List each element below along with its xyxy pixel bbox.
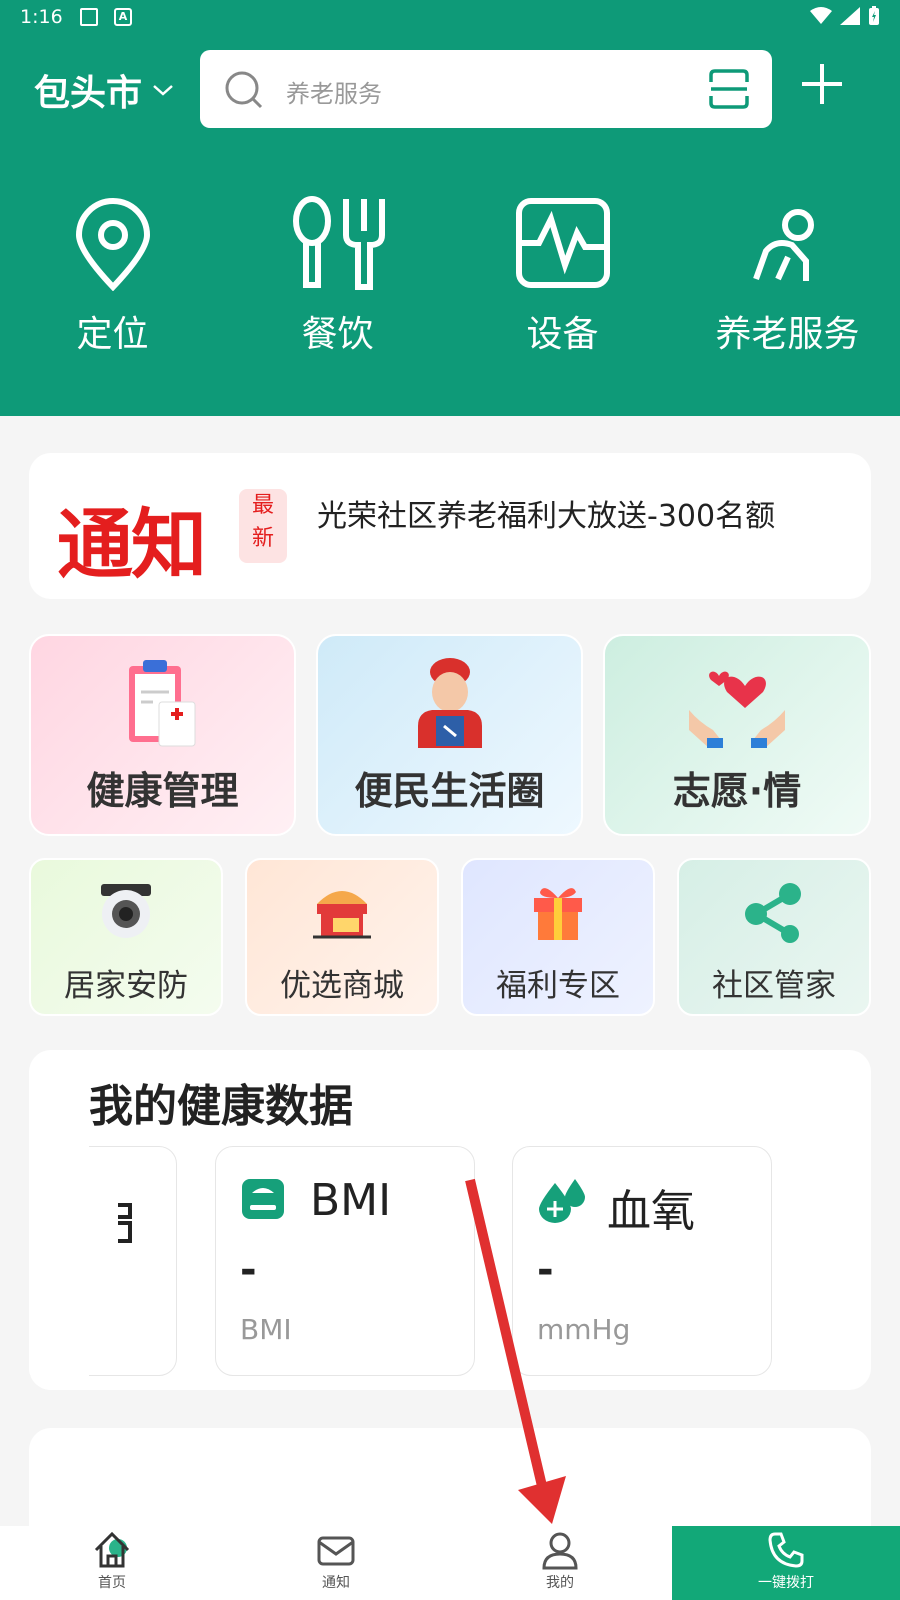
user-icon xyxy=(542,1532,578,1570)
tile-label: 健康管理 xyxy=(86,769,239,813)
chevron-down-icon xyxy=(153,85,173,96)
tile-health-management[interactable]: 健康管理 xyxy=(29,634,296,836)
home-icon xyxy=(94,1531,130,1568)
tile-label: 志愿·情 xyxy=(672,769,802,813)
camera-icon xyxy=(101,884,151,938)
badge-line-1: 最 xyxy=(251,493,274,518)
nav-home[interactable]: 首页 xyxy=(0,1526,224,1600)
health-data-card: 我的健康数据 BMI - BMI 血氧 - mmHg xyxy=(29,1050,871,1390)
tile-label: 社区管家 xyxy=(712,968,836,1004)
health-metric-unit: mmHg xyxy=(537,1313,631,1346)
nav-label: 通知 xyxy=(322,1575,350,1591)
tile-label: 优选商城 xyxy=(280,968,404,1004)
tile-mall[interactable]: 优选商城 xyxy=(245,858,439,1016)
tile-community-steward[interactable]: 社区管家 xyxy=(677,858,871,1016)
elder-person-icon xyxy=(752,209,814,281)
health-card-blood-oxygen[interactable]: 血氧 - mmHg xyxy=(512,1146,772,1376)
quick-item-elderly-care[interactable]: 养老服务 xyxy=(675,195,900,357)
store-icon xyxy=(313,891,371,939)
signal-icon xyxy=(840,7,860,25)
add-icon[interactable] xyxy=(800,62,844,106)
health-metric-value: - xyxy=(537,1247,554,1293)
quick-actions: 定位 餐饮 设备 养老服务 xyxy=(0,195,900,357)
gift-icon xyxy=(534,888,582,940)
city-selector[interactable]: 包头市 xyxy=(34,64,174,116)
app-notification-icon: A xyxy=(114,8,132,26)
header-banner: 1:16 A 包头市 养老服务 定位 餐饮 设备 养老服务 xyxy=(0,0,900,416)
hands-hearts-icon xyxy=(689,671,785,748)
health-title: 我的健康数据 xyxy=(89,1081,353,1132)
search-bar[interactable]: 养老服务 xyxy=(200,50,772,128)
notice-title: 通知 xyxy=(57,500,207,589)
health-metric-unit: BMI xyxy=(240,1313,292,1346)
partial-icon xyxy=(118,1203,132,1243)
health-card-bmi[interactable]: BMI - BMI xyxy=(215,1146,475,1376)
share-icon xyxy=(745,883,801,943)
wifi-icon xyxy=(810,7,832,24)
health-metric-name: BMI xyxy=(310,1175,392,1226)
health-metric-name: 血氧 xyxy=(607,1186,695,1237)
badge-line-2: 新 xyxy=(251,526,274,551)
nav-label: 首页 xyxy=(98,1575,126,1591)
tile-convenience-life[interactable]: 便民生活圈 xyxy=(316,634,583,836)
status-time: 1:16 xyxy=(20,6,63,28)
location-pin-icon xyxy=(75,198,150,291)
health-metric-value: - xyxy=(240,1247,257,1293)
mail-icon xyxy=(317,1536,355,1566)
quick-item-label: 养老服务 xyxy=(715,314,860,355)
gallery-notification-icon xyxy=(80,8,98,26)
search-icon xyxy=(225,71,263,109)
tile-home-security[interactable]: 居家安防 xyxy=(29,858,223,1016)
tile-label: 居家安防 xyxy=(64,968,188,1004)
scale-icon xyxy=(242,1179,284,1219)
clipboard-medical-icon xyxy=(128,660,195,747)
scan-icon[interactable] xyxy=(708,68,750,110)
city-name: 包头市 xyxy=(34,73,143,114)
worker-icon xyxy=(417,658,482,748)
nav-notice[interactable]: 通知 xyxy=(224,1526,448,1600)
quick-item-device[interactable]: 设备 xyxy=(450,195,675,357)
heartbeat-monitor-icon xyxy=(515,198,610,288)
quick-item-location[interactable]: 定位 xyxy=(0,195,225,357)
quick-item-label: 餐饮 xyxy=(301,314,374,355)
quick-item-dining[interactable]: 餐饮 xyxy=(225,195,450,357)
notice-banner[interactable]: 通知 最 新 光荣社区养老福利大放送-300名额 xyxy=(29,453,871,599)
blood-drops-icon xyxy=(539,1179,585,1223)
phone-icon xyxy=(768,1532,804,1568)
status-bar: 1:16 A xyxy=(0,0,900,36)
scroll-fade-edge xyxy=(29,1140,89,1390)
notice-text: 光荣社区养老福利大放送-300名额 xyxy=(317,499,776,534)
tile-label: 福利专区 xyxy=(496,968,620,1004)
search-placeholder: 养老服务 xyxy=(286,80,382,108)
quick-item-label: 设备 xyxy=(526,314,599,355)
battery-icon xyxy=(869,6,879,25)
nav-one-key-call[interactable]: 一键拨打 xyxy=(672,1526,900,1600)
tile-volunteer[interactable]: 志愿·情 xyxy=(603,634,871,836)
tile-welfare[interactable]: 福利专区 xyxy=(461,858,655,1016)
status-icons xyxy=(810,6,880,26)
nav-label: 我的 xyxy=(546,1575,574,1591)
nav-mine[interactable]: 我的 xyxy=(448,1526,672,1600)
tile-label: 便民生活圈 xyxy=(354,769,545,813)
nav-label: 一键拨打 xyxy=(758,1575,814,1591)
quick-item-label: 定位 xyxy=(76,314,149,355)
notice-new-badge: 最 新 xyxy=(239,489,287,563)
spoon-fork-icon xyxy=(292,196,385,290)
bottom-nav: 首页 通知 我的 一键拨打 xyxy=(0,1526,900,1600)
